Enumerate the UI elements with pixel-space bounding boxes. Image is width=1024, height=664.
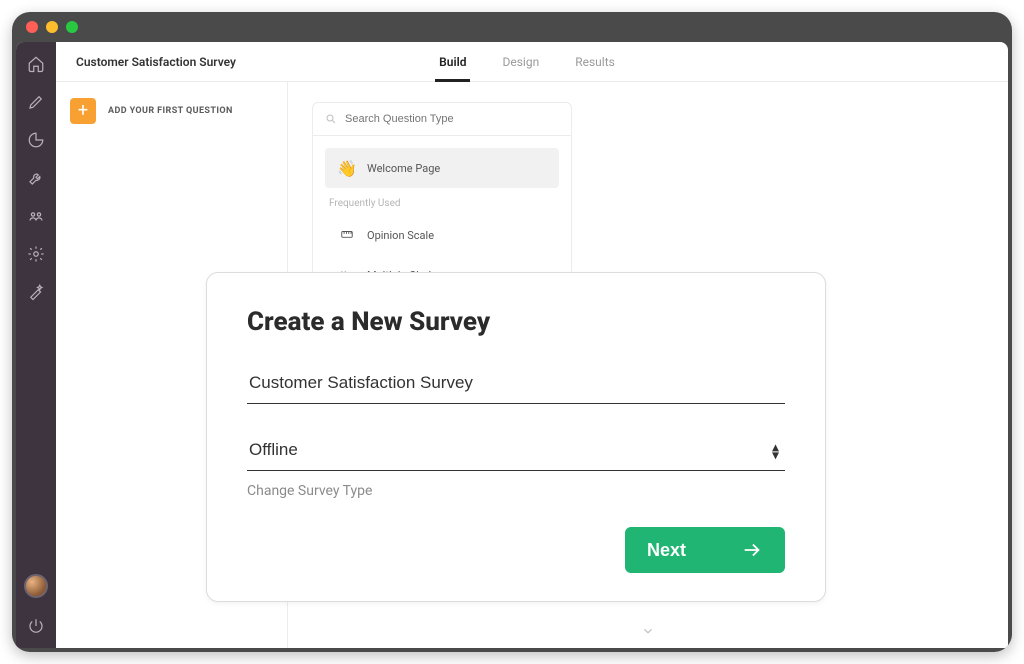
survey-name-field (247, 365, 785, 404)
survey-type-field: ▴▾ Change Survey Type (247, 432, 785, 499)
search-icon (325, 113, 337, 125)
window-titlebar (12, 12, 1012, 42)
tab-design[interactable]: Design (502, 42, 539, 81)
side-rail (16, 42, 56, 648)
app-shell: Customer Satisfaction Survey Build Desig… (16, 42, 1008, 648)
tabs: Build Design Results (439, 42, 615, 81)
browser-frame: Customer Satisfaction Survey Build Desig… (12, 12, 1012, 652)
qtype-label: Welcome Page (367, 162, 440, 175)
wrench-icon[interactable] (26, 168, 46, 188)
survey-name-input[interactable] (247, 365, 785, 404)
add-question-label: ADD YOUR FIRST QUESTION (108, 106, 233, 116)
segment-icon[interactable] (26, 130, 46, 150)
power-icon[interactable] (26, 616, 46, 636)
survey-type-select[interactable] (247, 432, 785, 471)
survey-type-help: Change Survey Type (247, 483, 785, 499)
topbar: Customer Satisfaction Survey Build Desig… (56, 42, 1008, 82)
question-search-input[interactable] (345, 113, 559, 125)
wave-icon: 👋 (337, 158, 357, 178)
window-minimize-icon[interactable] (46, 21, 58, 33)
window-close-icon[interactable] (26, 21, 38, 33)
modal-title: Create a New Survey (247, 307, 785, 337)
qtype-subhead: Frequently Used (325, 188, 559, 215)
question-search[interactable] (313, 103, 571, 136)
share-icon[interactable] (26, 206, 46, 226)
window-expand-icon[interactable] (66, 21, 78, 33)
add-question-button[interactable]: + (70, 98, 96, 124)
magic-icon[interactable] (26, 282, 46, 302)
page-title: Customer Satisfaction Survey (76, 55, 236, 69)
tab-build[interactable]: Build (439, 42, 466, 81)
create-survey-modal: Create a New Survey ▴▾ Change Survey Typ… (206, 272, 826, 602)
home-icon[interactable] (26, 54, 46, 74)
gear-icon[interactable] (26, 244, 46, 264)
edit-icon[interactable] (26, 92, 46, 112)
avatar[interactable] (24, 574, 48, 598)
qtype-welcome-page[interactable]: 👋 Welcome Page (325, 148, 559, 188)
add-question-row[interactable]: + ADD YOUR FIRST QUESTION (70, 98, 273, 124)
modal-actions: Next (247, 527, 785, 573)
scale-icon (337, 225, 357, 245)
chevron-down-icon[interactable] (641, 623, 655, 642)
next-button[interactable]: Next (625, 527, 785, 573)
arrow-right-icon (741, 539, 763, 561)
qtype-opinion-scale[interactable]: Opinion Scale (325, 215, 559, 255)
qtype-label: Opinion Scale (367, 229, 434, 242)
tab-results[interactable]: Results (575, 42, 615, 81)
next-button-label: Next (647, 540, 686, 561)
